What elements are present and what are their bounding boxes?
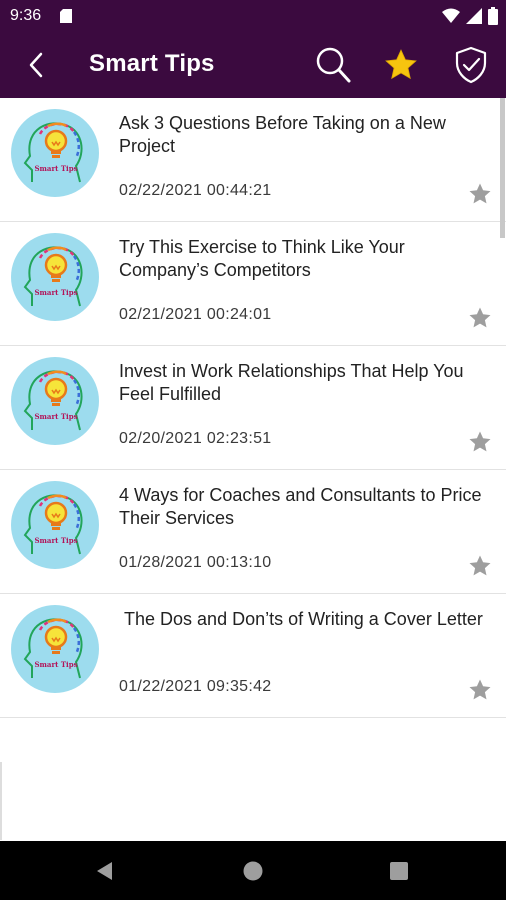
tip-date: 01/28/2021 00:13:10 bbox=[119, 554, 272, 571]
avatar-caption: Smart Tips bbox=[34, 536, 77, 545]
sd-card-icon bbox=[60, 9, 72, 23]
status-bar: 9:36 bbox=[0, 0, 506, 32]
page-title: Smart Tips bbox=[89, 50, 215, 77]
lightbulb-head-icon: Smart Tips bbox=[11, 233, 99, 321]
list-item[interactable]: Smart Tips The Dos and Don’ts of Writing… bbox=[0, 594, 506, 718]
favorite-star-icon[interactable] bbox=[468, 678, 492, 702]
edge-divider bbox=[0, 762, 2, 840]
avatar-caption: Smart Tips bbox=[34, 412, 77, 421]
star-icon bbox=[385, 49, 417, 80]
app-bar: Smart Tips bbox=[0, 32, 506, 98]
tip-title: Try This Exercise to Think Like Your Com… bbox=[119, 237, 410, 280]
search-icon bbox=[316, 47, 351, 83]
search-button[interactable] bbox=[312, 44, 354, 86]
tip-title: 4 Ways for Coaches and Consultants to Pr… bbox=[119, 485, 487, 528]
wifi-icon bbox=[442, 8, 460, 23]
tip-date: 02/20/2021 02:23:51 bbox=[119, 430, 272, 447]
system-nav-bar bbox=[0, 841, 506, 900]
tip-title: Ask 3 Questions Before Taking on a New P… bbox=[119, 113, 451, 156]
list-item[interactable]: Smart Tips 4 Ways for Coaches and Consul… bbox=[0, 470, 506, 594]
nav-back-icon[interactable] bbox=[94, 860, 116, 882]
status-time: 9:36 bbox=[10, 7, 42, 24]
privacy-button[interactable] bbox=[450, 44, 492, 86]
status-icons bbox=[442, 6, 498, 26]
favorite-star-icon[interactable] bbox=[468, 554, 492, 578]
tip-date: 02/22/2021 00:44:21 bbox=[119, 182, 272, 199]
tip-title: The Dos and Don’ts of Writing a Cover Le… bbox=[119, 609, 483, 629]
favorite-star-icon[interactable] bbox=[468, 306, 492, 330]
scrollbar[interactable] bbox=[500, 98, 505, 238]
nav-recents-icon[interactable] bbox=[388, 860, 410, 882]
signal-icon bbox=[466, 8, 482, 24]
list-item[interactable]: Smart Tips Invest in Work Relationships … bbox=[0, 346, 506, 470]
lightbulb-head-icon: Smart Tips bbox=[11, 605, 99, 693]
shield-check-icon bbox=[455, 46, 487, 84]
favorite-star-icon[interactable] bbox=[468, 182, 492, 206]
lightbulb-head-icon: Smart Tips bbox=[11, 357, 99, 445]
favorite-star-icon[interactable] bbox=[468, 430, 492, 454]
list-item[interactable]: Smart Tips Try This Exercise to Think Li… bbox=[0, 222, 506, 346]
avatar-caption: Smart Tips bbox=[34, 164, 77, 173]
avatar-caption: Smart Tips bbox=[34, 660, 77, 669]
battery-icon bbox=[488, 7, 498, 25]
tips-list: Smart Tips Ask 3 Questions Before Taking… bbox=[0, 98, 506, 718]
back-button[interactable] bbox=[18, 47, 54, 83]
list-item[interactable]: Smart Tips Ask 3 Questions Before Taking… bbox=[0, 98, 506, 222]
tip-date: 02/21/2021 00:24:01 bbox=[119, 306, 272, 323]
tip-date: 01/22/2021 09:35:42 bbox=[119, 678, 272, 695]
tip-title: Invest in Work Relationships That Help Y… bbox=[119, 361, 469, 404]
avatar-caption: Smart Tips bbox=[34, 288, 77, 297]
lightbulb-head-icon: Smart Tips bbox=[11, 109, 99, 197]
back-arrow-icon bbox=[29, 52, 43, 78]
screen: 9:36 Smart Tips Smart Tips Ask 3 Questio… bbox=[0, 0, 506, 900]
nav-home-icon[interactable] bbox=[242, 860, 264, 882]
lightbulb-head-icon: Smart Tips bbox=[11, 481, 99, 569]
favorites-button[interactable] bbox=[380, 44, 422, 86]
